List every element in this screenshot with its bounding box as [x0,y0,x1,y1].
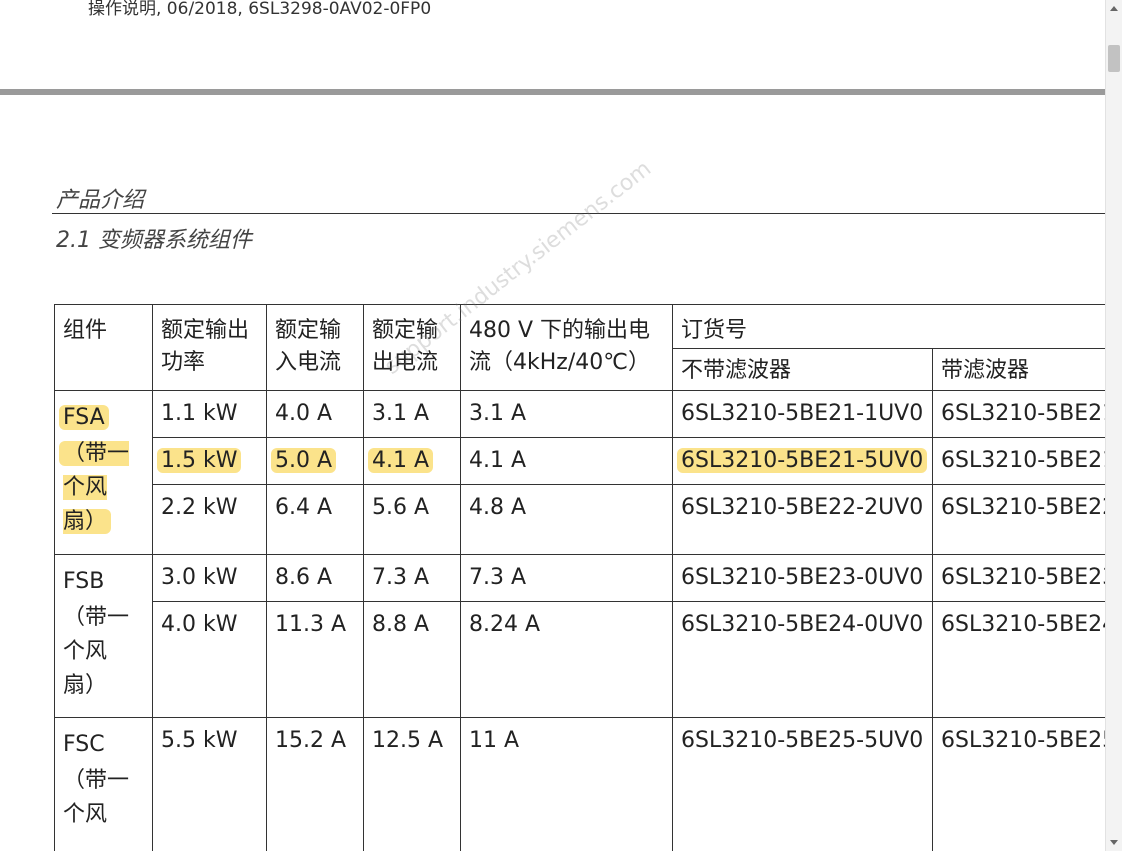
header-rated-output-current: 额定输出电流 [363,304,461,391]
table-row: FSA （带一个风扇） 1.1 kW 4.0 A 3.1 A 3.1 A 6SL… [54,390,1106,555]
cell-order-with-filter: 6SL3210-5BE23 [931,554,1106,602]
page-separator [0,89,1106,95]
header-divider [52,213,1106,214]
header-output-current-480v: 480 V 下的输出电流（4kHz/40℃） [460,304,673,391]
subsection-title: 2.1 变频器系统组件 [56,228,252,253]
table-row: FSB （带一个风扇） 3.0 kW 8.6 A 7.3 A 7.3 A 6SL… [54,554,1106,718]
cell-output-current-480v: 4.1 A [460,437,673,485]
scroll-down-icon[interactable] [1110,840,1118,845]
cell-order-with-filter: 6SL3210-5BE25 [931,717,1106,851]
header-order-number: 订货号 [671,304,1106,349]
cell-power: 5.5 kW [152,717,267,851]
vertical-scrollbar[interactable] [1105,0,1122,851]
cell-output-current: 12.5 A [363,717,461,851]
cell-output-current: 3.1 A [363,390,461,438]
header-rated-input-current: 额定输入电流 [266,304,364,391]
cell-power: 2.2 kW [152,484,267,555]
component-note: （带一个风扇） [63,605,130,698]
cell-input-current: 15.2 A [266,717,364,851]
cell-order-no-filter: 6SL3210-5BE21-1UV0 [672,390,933,438]
cell-order-with-filter: 6SL3210-5BE24 [931,601,1106,718]
component-name: FSC [63,732,105,757]
cell-order-with-filter: 6SL3210-5BE21 [931,390,1106,438]
cell-power: 4.0 kW [152,601,267,718]
cell-power: 1.1 kW [152,390,267,438]
header-without-filter: 不带滤波器 [672,348,933,391]
component-note: （带一个风 [63,768,130,827]
document-header-meta: 操作说明, 06/2018, 6SL3298-0AV02-0FP0 [88,0,432,19]
cell-order-no-filter: 6SL3210-5BE23-0UV0 [672,554,933,602]
cell-order-with-filter: 6SL3210-5BE22 [931,484,1106,555]
scroll-up-icon[interactable] [1110,6,1118,11]
scroll-thumb[interactable] [1108,45,1120,72]
cell-input-current: 4.0 A [266,390,364,438]
cell-output-current-480v: 7.3 A [460,554,673,602]
cell-order-with-filter: 6SL3210-5BE21 [931,437,1106,485]
cell-order-no-filter: 6SL3210-5BE22-2UV0 [672,484,933,555]
components-table-container: 组件 额定输出功率 额定输入电流 额定输出电流 480 V 下的输出电流（4kH… [54,304,1106,851]
cell-output-current: 8.8 A [363,601,461,718]
component-cell-fsc: FSC （带一个风 [54,717,153,851]
table-row: 4.0 kW 11.3 A 8.8 A 8.24 A 6SL3210-5BE24… [55,601,1106,718]
cell-output-current-480v: 11 A [460,717,673,851]
cell-power: 3.0 kW [152,554,267,602]
component-name: FSB [63,569,105,594]
cell-output-current: 5.6 A [363,484,461,555]
header-component: 组件 [54,304,153,391]
cell-output-current-480v: 3.1 A [460,390,673,438]
cell-output-current-480v: 4.8 A [460,484,673,555]
component-name: FSA [59,405,109,430]
cell-order-no-filter: 6SL3210-5BE21-5UV0 [677,448,928,473]
components-table: 组件 额定输出功率 额定输入电流 额定输出电流 480 V 下的输出电流（4kH… [54,304,1106,851]
component-cell-fsa: FSA （带一个风扇） [54,390,153,555]
table-row: 1.5 kW 5.0 A 4.1 A 4.1 A 6SL3210-5BE21-5… [55,437,1106,485]
component-cell-fsb: FSB （带一个风扇） [54,554,153,718]
cell-order-no-filter: 6SL3210-5BE25-5UV0 [672,717,933,851]
cell-input-current: 11.3 A [266,601,364,718]
table-row: FSC （带一个风 5.5 kW 15.2 A 12.5 A 11 A 6SL3… [54,717,1106,851]
component-note: （带一个风扇） [59,441,130,534]
cell-output-current-480v: 8.24 A [460,601,673,718]
cell-output-current: 4.1 A [368,448,434,473]
cell-order-no-filter: 6SL3210-5BE24-0UV0 [672,601,933,718]
table-row: 2.2 kW 6.4 A 5.6 A 4.8 A 6SL3210-5BE22-2… [55,484,1106,555]
cell-input-current: 8.6 A [266,554,364,602]
cell-input-current: 5.0 A [271,448,337,473]
cell-input-current: 6.4 A [266,484,364,555]
header-rated-power: 额定输出功率 [152,304,267,391]
header-with-filter: 带滤波器 [931,348,1106,391]
cell-power: 1.5 kW [157,448,242,473]
cell-output-current: 7.3 A [363,554,461,602]
section-title: 产品介绍 [56,188,145,213]
